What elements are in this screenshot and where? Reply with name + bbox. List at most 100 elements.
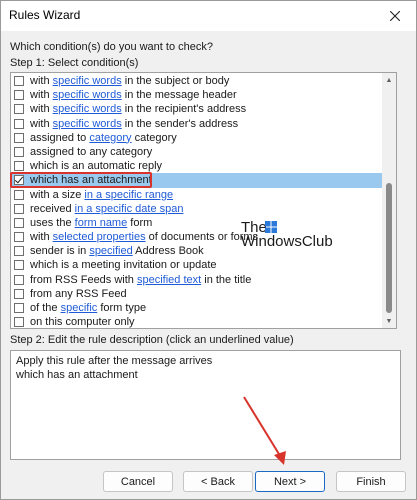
condition-row[interactable]: with specific words in the sender's addr… xyxy=(11,117,384,131)
step2-label: Step 2: Edit the rule description (click… xyxy=(10,334,294,346)
condition-row[interactable]: assigned to category category xyxy=(11,131,384,145)
condition-row[interactable]: from any RSS Feed xyxy=(11,287,384,301)
condition-checkbox[interactable] xyxy=(14,232,24,243)
condition-row[interactable]: from RSS Feeds with specified text in th… xyxy=(11,273,384,287)
condition-label: received in a specific date span xyxy=(30,202,184,216)
description-line1: Apply this rule after the message arrive… xyxy=(16,355,213,367)
condition-label: which is an automatic reply xyxy=(30,159,162,173)
condition-row[interactable]: with specific words in the recipient's a… xyxy=(11,102,384,116)
condition-row[interactable]: of the specific form type xyxy=(11,301,384,315)
condition-checkbox[interactable] xyxy=(14,161,24,172)
condition-checkbox[interactable] xyxy=(14,203,24,214)
condition-link[interactable]: category xyxy=(89,132,131,144)
condition-link[interactable]: specific words xyxy=(53,89,122,101)
condition-text: with xyxy=(30,103,53,116)
condition-label: assigned to category category xyxy=(30,131,177,145)
condition-text: in the subject or body xyxy=(121,75,230,87)
close-button[interactable] xyxy=(376,3,414,29)
condition-text: with xyxy=(30,75,53,87)
condition-text: category xyxy=(131,131,177,144)
condition-checkbox[interactable] xyxy=(14,246,24,257)
cancel-button[interactable]: Cancel xyxy=(103,471,173,492)
condition-text: form xyxy=(127,216,153,229)
condition-label: uses the form name form xyxy=(30,216,152,230)
condition-row[interactable]: assigned to any category xyxy=(11,145,384,159)
finish-button[interactable]: Finish xyxy=(336,471,406,492)
condition-text: in the message header xyxy=(121,89,237,102)
condition-label: with a size in a specific range xyxy=(30,188,173,202)
condition-checkbox[interactable] xyxy=(14,303,24,313)
condition-row[interactable]: which is a meeting invitation or update xyxy=(11,258,384,272)
condition-label: with specific words in the subject or bo… xyxy=(30,74,229,88)
condition-checkbox[interactable] xyxy=(14,90,24,101)
condition-text: uses the xyxy=(30,216,75,229)
condition-row[interactable]: with specific words in the subject or bo… xyxy=(11,74,384,88)
condition-text: form type xyxy=(97,302,147,314)
condition-checkbox[interactable] xyxy=(14,118,24,129)
window-title: Rules Wizard xyxy=(9,8,81,22)
condition-link[interactable]: specific words xyxy=(53,103,122,115)
condition-link[interactable]: in a specific date span xyxy=(75,203,184,215)
condition-text: Address Book xyxy=(132,245,204,258)
condition-checkbox[interactable] xyxy=(14,146,24,157)
watermark-line2: WindowsClub xyxy=(241,233,333,250)
condition-label: sender is in specified Address Book xyxy=(30,244,204,258)
condition-text: in the title xyxy=(201,273,252,286)
condition-text: in the recipient's address xyxy=(121,103,247,116)
scroll-thumb[interactable] xyxy=(386,183,392,313)
condition-link[interactable]: form name xyxy=(75,217,128,229)
close-icon xyxy=(390,11,400,21)
condition-checkbox[interactable] xyxy=(14,175,24,186)
condition-checkbox[interactable] xyxy=(14,76,24,86)
scroll-down-arrow-icon[interactable]: ▼ xyxy=(382,314,396,328)
condition-link[interactable]: specific words xyxy=(53,118,122,130)
condition-text: with xyxy=(30,117,53,130)
condition-text: received xyxy=(30,202,75,215)
condition-row[interactable]: on this computer only xyxy=(11,315,384,329)
condition-checkbox[interactable] xyxy=(14,317,24,328)
conditions-scrollbar[interactable]: ▲ ▼ xyxy=(382,73,396,328)
step1-label: Step 1: Select condition(s) xyxy=(10,57,139,69)
back-button[interactable]: < Back xyxy=(183,471,253,492)
description-line2: which has an attachment xyxy=(16,369,138,381)
condition-text: on this computer only xyxy=(30,316,135,329)
condition-row[interactable]: with specific words in the message heade… xyxy=(11,88,384,102)
condition-checkbox[interactable] xyxy=(14,260,24,271)
condition-checkbox[interactable] xyxy=(14,132,24,143)
condition-text: sender is in xyxy=(30,245,90,258)
condition-link[interactable]: selected properties xyxy=(53,231,146,243)
condition-row[interactable]: with a size in a specific range xyxy=(11,188,384,202)
condition-text: with xyxy=(30,89,53,102)
condition-label: with specific words in the recipient's a… xyxy=(30,102,246,116)
condition-label: from any RSS Feed xyxy=(30,287,127,301)
condition-label: on this computer only xyxy=(30,315,135,329)
scroll-up-arrow-icon[interactable]: ▲ xyxy=(382,73,396,87)
condition-text: from any RSS Feed xyxy=(30,287,127,300)
watermark-logo: The WindowsClub xyxy=(241,219,351,251)
next-button[interactable]: Next > xyxy=(255,471,325,492)
condition-text: with xyxy=(30,231,53,244)
condition-label: with specific words in the sender's addr… xyxy=(30,117,238,131)
conditions-rows: with specific words in the subject or bo… xyxy=(11,74,384,329)
condition-row[interactable]: received in a specific date span xyxy=(11,202,384,216)
condition-link[interactable]: specific xyxy=(61,302,98,314)
condition-link[interactable]: specified xyxy=(89,245,132,257)
condition-checkbox[interactable] xyxy=(14,104,24,115)
conditions-list[interactable]: with specific words in the subject or bo… xyxy=(10,72,397,329)
condition-checkbox[interactable] xyxy=(14,217,24,228)
condition-label: which has an attachment xyxy=(30,173,152,187)
condition-row[interactable]: which has an attachment xyxy=(11,173,384,188)
rule-description-box[interactable]: Apply this rule after the message arrive… xyxy=(10,350,401,460)
condition-link[interactable]: specified text xyxy=(137,274,201,286)
condition-link[interactable]: specific words xyxy=(53,75,122,87)
condition-checkbox[interactable] xyxy=(14,274,24,285)
condition-label: assigned to any category xyxy=(30,145,152,159)
windowsclub-logo-icon xyxy=(265,221,277,233)
condition-label: of the specific form type xyxy=(30,301,146,315)
condition-link[interactable]: in a specific range xyxy=(84,189,173,201)
condition-row[interactable]: which is an automatic reply xyxy=(11,159,384,173)
condition-text: which is a meeting invitation or update xyxy=(30,259,217,272)
condition-checkbox[interactable] xyxy=(14,189,24,200)
condition-label: from RSS Feeds with specified text in th… xyxy=(30,273,251,287)
condition-checkbox[interactable] xyxy=(14,288,24,299)
